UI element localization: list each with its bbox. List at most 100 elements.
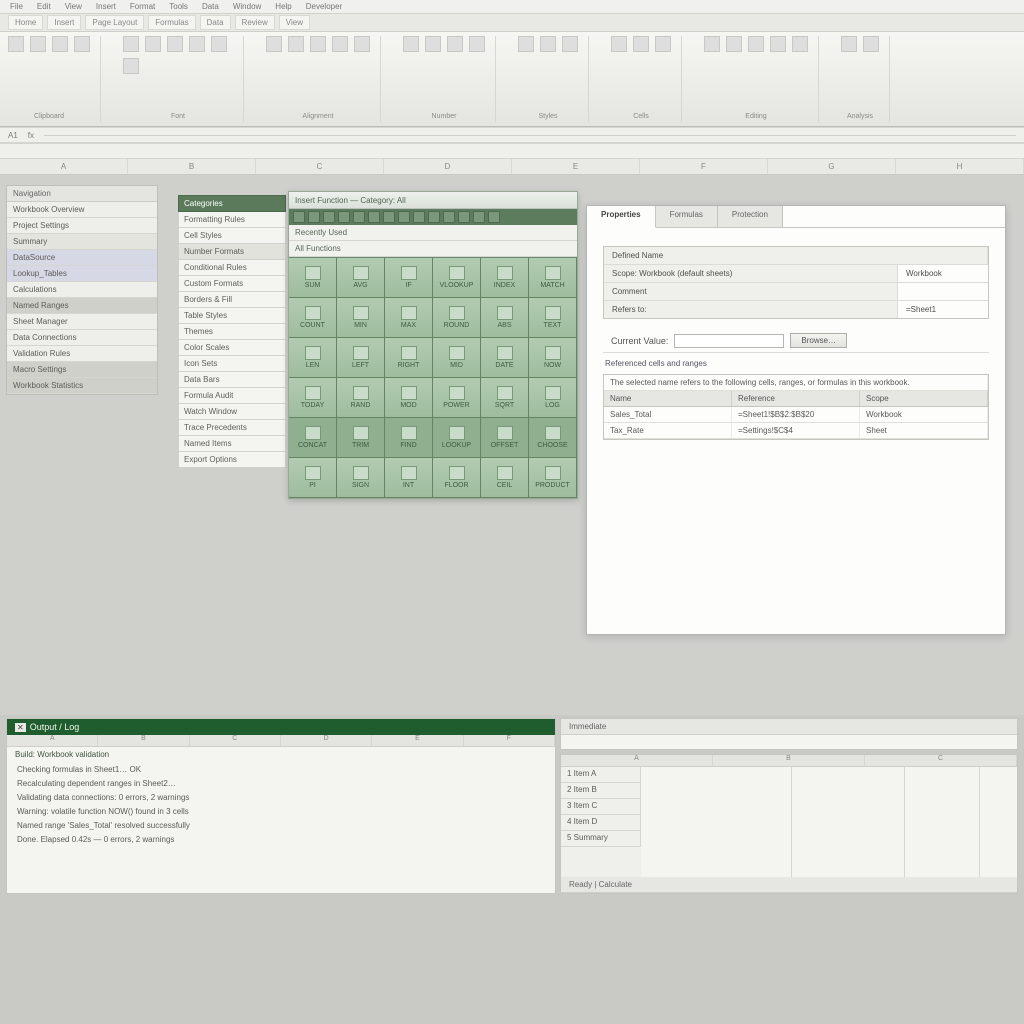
col-header[interactable]: F xyxy=(640,159,768,174)
list-item[interactable]: Export Options xyxy=(178,452,286,468)
list-item[interactable]: Trace Precedents xyxy=(178,420,286,436)
tool-icon[interactable] xyxy=(308,211,320,223)
function-cell[interactable]: DATE xyxy=(481,338,529,378)
menu-item[interactable]: Data xyxy=(202,2,219,11)
function-cell[interactable]: PRODUCT xyxy=(529,458,577,498)
pane-item[interactable]: Project Settings xyxy=(7,218,157,234)
col-header[interactable]: B xyxy=(128,159,256,174)
menu-item[interactable]: Format xyxy=(130,2,155,11)
function-cell[interactable]: CHOOSE xyxy=(529,418,577,458)
clear-icon[interactable] xyxy=(748,36,764,52)
merge-icon[interactable] xyxy=(354,36,370,52)
mini-grid[interactable] xyxy=(641,767,1017,877)
function-cell[interactable]: FLOOR xyxy=(433,458,481,498)
col-header[interactable]: H xyxy=(896,159,1024,174)
col-header[interactable]: Scope xyxy=(860,391,988,406)
function-cell[interactable]: AVG xyxy=(337,258,385,298)
function-cell[interactable]: VLOOKUP xyxy=(433,258,481,298)
chart-icon[interactable] xyxy=(863,36,879,52)
align-right-icon[interactable] xyxy=(310,36,326,52)
tool-icon[interactable] xyxy=(488,211,500,223)
col-header[interactable]: Reference xyxy=(732,391,860,406)
list-item[interactable]: Formula Audit xyxy=(178,388,286,404)
function-cell[interactable]: TRIM xyxy=(337,418,385,458)
menu-item[interactable]: Window xyxy=(233,2,261,11)
function-cell[interactable]: TEXT xyxy=(529,298,577,338)
function-cell[interactable]: MATCH xyxy=(529,258,577,298)
function-cell[interactable]: INT xyxy=(385,458,433,498)
row-header[interactable]: 2 Item B xyxy=(561,783,641,799)
tool-icon[interactable] xyxy=(413,211,425,223)
function-cell[interactable]: LEN xyxy=(289,338,337,378)
ribbon-tab[interactable]: Page Layout xyxy=(85,15,144,30)
function-cell[interactable]: RIGHT xyxy=(385,338,433,378)
list-item[interactable]: Conditional Rules xyxy=(178,260,286,276)
pane-item[interactable]: Macro Settings xyxy=(7,362,157,378)
function-cell[interactable]: CONCAT xyxy=(289,418,337,458)
menu-item[interactable]: View xyxy=(65,2,82,11)
bold-icon[interactable] xyxy=(123,36,139,52)
col-header[interactable]: G xyxy=(768,159,896,174)
tool-icon[interactable] xyxy=(398,211,410,223)
col-header[interactable]: D xyxy=(384,159,512,174)
align-center-icon[interactable] xyxy=(288,36,304,52)
tool-icon[interactable] xyxy=(473,211,485,223)
italic-icon[interactable] xyxy=(145,36,161,52)
list-item[interactable]: Cell Styles xyxy=(178,228,286,244)
function-cell[interactable]: RAND xyxy=(337,378,385,418)
insert-cells-icon[interactable] xyxy=(611,36,627,52)
tool-icon[interactable] xyxy=(443,211,455,223)
row-header[interactable]: 3 Item C xyxy=(561,799,641,815)
table-row[interactable]: Sales_Total =Sheet1!$B$2:$B$20 Workbook xyxy=(604,407,988,423)
list-item[interactable]: Color Scales xyxy=(178,340,286,356)
format-painter-icon[interactable] xyxy=(74,36,90,52)
list-item[interactable]: Watch Window xyxy=(178,404,286,420)
pane-item[interactable]: Summary xyxy=(7,234,157,250)
function-cell[interactable]: ABS xyxy=(481,298,529,338)
pane-item[interactable]: Lookup_Tables xyxy=(7,266,157,282)
currency-icon[interactable] xyxy=(403,36,419,52)
function-cell[interactable]: SIGN xyxy=(337,458,385,498)
tool-icon[interactable] xyxy=(293,211,305,223)
fill-icon[interactable] xyxy=(726,36,742,52)
tool-icon[interactable] xyxy=(383,211,395,223)
row-header[interactable]: 1 Item A xyxy=(561,767,641,783)
menu-item[interactable]: Help xyxy=(275,2,291,11)
tab-protection[interactable]: Protection xyxy=(718,206,783,227)
ribbon-tab[interactable]: View xyxy=(279,15,310,30)
conditional-format-icon[interactable] xyxy=(518,36,534,52)
list-item[interactable]: Themes xyxy=(178,324,286,340)
function-cell[interactable]: MIN xyxy=(337,298,385,338)
function-cell[interactable]: LOG xyxy=(529,378,577,418)
row-header[interactable]: 5 Summary xyxy=(561,831,641,847)
pane-item[interactable]: Sheet Manager xyxy=(7,314,157,330)
menu-item[interactable]: Developer xyxy=(306,2,342,11)
ribbon-tab[interactable]: Data xyxy=(200,15,231,30)
table-row[interactable]: Tax_Rate =Settings!$C$4 Sheet xyxy=(604,423,988,439)
decimal-inc-icon[interactable] xyxy=(469,36,485,52)
wrap-text-icon[interactable] xyxy=(332,36,348,52)
copy-icon[interactable] xyxy=(52,36,68,52)
list-item[interactable]: Data Bars xyxy=(178,372,286,388)
tab-properties[interactable]: Properties xyxy=(587,206,656,228)
col-header[interactable]: E xyxy=(512,159,640,174)
list-item[interactable]: Table Styles xyxy=(178,308,286,324)
pane-item[interactable]: Calculations xyxy=(7,282,157,298)
list-item[interactable]: Borders & Fill xyxy=(178,292,286,308)
align-left-icon[interactable] xyxy=(266,36,282,52)
function-cell[interactable]: MID xyxy=(433,338,481,378)
tool-icon[interactable] xyxy=(338,211,350,223)
ribbon-tab[interactable]: Review xyxy=(235,15,275,30)
function-cell[interactable]: ROUND xyxy=(433,298,481,338)
function-cell[interactable]: NOW xyxy=(529,338,577,378)
function-cell[interactable]: INDEX xyxy=(481,258,529,298)
tool-icon[interactable] xyxy=(458,211,470,223)
function-cell[interactable]: PI xyxy=(289,458,337,498)
panel-title[interactable]: Output / Log xyxy=(7,719,555,735)
ribbon-tab[interactable]: Formulas xyxy=(148,15,195,30)
list-item[interactable]: Number Formats xyxy=(178,244,286,260)
function-cell[interactable]: FIND xyxy=(385,418,433,458)
tool-icon[interactable] xyxy=(323,211,335,223)
tool-icon[interactable] xyxy=(368,211,380,223)
function-cell[interactable]: LEFT xyxy=(337,338,385,378)
